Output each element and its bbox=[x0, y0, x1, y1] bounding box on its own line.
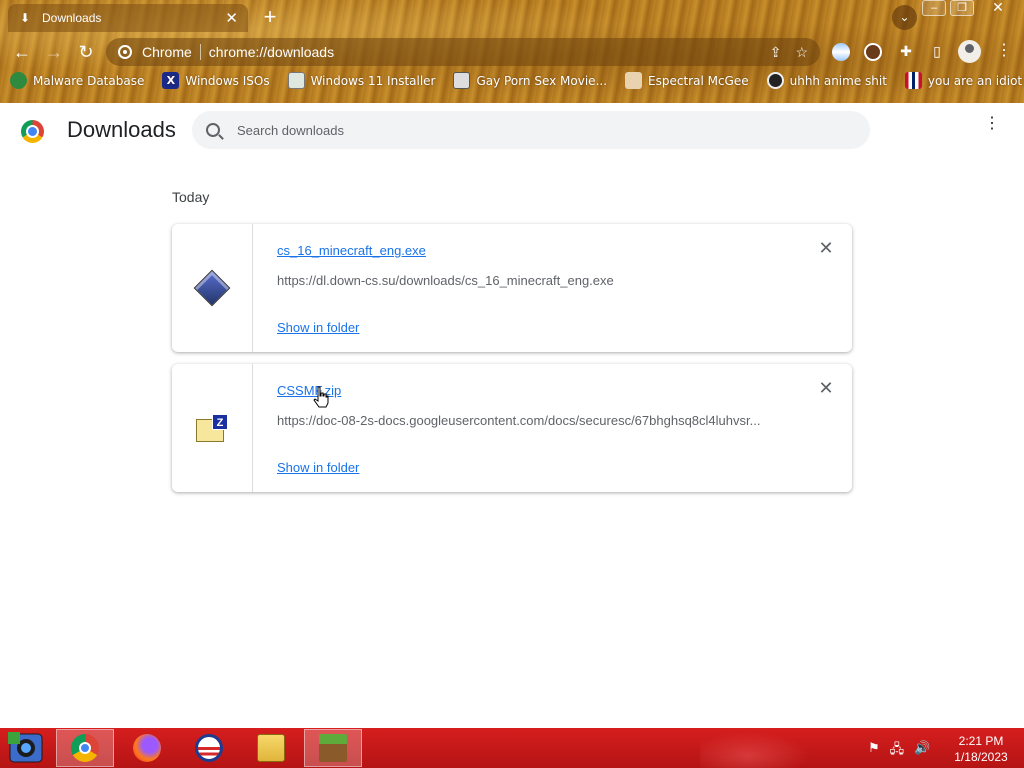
window-controls: – ❐ ✕ bbox=[922, 0, 1018, 16]
taskbar-chrome[interactable] bbox=[56, 729, 114, 767]
download-item: cs_16_minecraft_eng.exe https://dl.down-… bbox=[172, 224, 852, 352]
omnibox-site-label: Chrome bbox=[142, 44, 192, 60]
anime-icon bbox=[766, 72, 784, 89]
bookmark-label: you are an idiot! bbox=[927, 73, 1024, 88]
download-filename-link[interactable]: CSSMF.zip bbox=[277, 383, 341, 398]
malware-icon bbox=[10, 72, 27, 89]
x-logo-icon: X bbox=[162, 72, 180, 89]
browser-chrome: ⬇ Downloads ✕ + ⌄ – ❐ ✕ ← → ↻ Chrome chr… bbox=[0, 0, 1024, 103]
remove-download-icon[interactable]: ✕ bbox=[818, 379, 834, 397]
bookmark-item[interactable]: you are an idiot! bbox=[904, 72, 1024, 89]
tab-search-button[interactable]: ⌄ bbox=[892, 5, 917, 30]
restore-button[interactable]: ❐ bbox=[950, 0, 974, 16]
download-item: Z CSSMF.zip https://doc-08-2s-docs.googl… bbox=[172, 364, 852, 492]
side-panel-icon[interactable]: ▯ bbox=[926, 40, 948, 62]
date-section-label: Today bbox=[172, 189, 210, 205]
remove-download-icon[interactable]: ✕ bbox=[818, 239, 834, 257]
chrome-logo-icon bbox=[21, 120, 44, 143]
download-url: https://doc-08-2s-docs.googleusercontent… bbox=[277, 413, 761, 428]
bookmark-item[interactable]: Malware Database bbox=[10, 72, 144, 89]
search-input[interactable] bbox=[237, 122, 797, 138]
image-icon bbox=[287, 72, 305, 89]
forward-icon[interactable]: → bbox=[42, 40, 66, 64]
bookmark-label: Windows ISOs bbox=[185, 73, 270, 88]
exe-file-icon bbox=[193, 269, 231, 307]
page-title: Downloads bbox=[67, 117, 176, 142]
flag-icon bbox=[904, 72, 922, 89]
chrome-site-icon bbox=[118, 45, 132, 59]
extension-avatar-icon[interactable] bbox=[864, 43, 882, 61]
close-button[interactable]: ✕ bbox=[978, 0, 1018, 16]
back-icon[interactable]: ← bbox=[10, 40, 34, 64]
file-icon-column bbox=[172, 224, 253, 352]
tab-title: Downloads bbox=[42, 11, 102, 25]
tab-downloads[interactable]: ⬇ Downloads ✕ bbox=[8, 4, 248, 32]
avatar-icon bbox=[625, 72, 643, 89]
omnibox-url[interactable]: chrome://downloads bbox=[209, 44, 756, 60]
bookmark-label: uhhh anime shit bbox=[789, 73, 887, 88]
volume-icon[interactable]: 🔊 bbox=[914, 740, 930, 762]
download-icon: ⬇ bbox=[19, 11, 31, 25]
more-actions-icon[interactable]: ⋮ bbox=[984, 116, 1000, 132]
bookmarks-bar: Malware Database X Windows ISOs Windows … bbox=[10, 72, 1024, 89]
extension-flag-icon[interactable] bbox=[832, 43, 850, 61]
taskbar: ⚑ 🖧 🔊 2:21 PM 1/18/2023 bbox=[0, 728, 1024, 768]
bookmark-item[interactable]: X Windows ISOs bbox=[162, 72, 270, 89]
tab-close-icon[interactable]: ✕ bbox=[225, 9, 238, 27]
clock[interactable]: 2:21 PM 1/18/2023 bbox=[946, 733, 1016, 765]
bookmark-item[interactable]: Espectral McGee bbox=[625, 72, 749, 89]
taskbar-firefox[interactable] bbox=[118, 729, 176, 767]
profile-avatar-icon[interactable] bbox=[958, 40, 981, 63]
search-icon bbox=[206, 123, 220, 137]
zip-badge: Z bbox=[212, 414, 228, 430]
bookmark-star-icon[interactable]: ☆ bbox=[795, 44, 808, 61]
taskbar-minecraft[interactable] bbox=[304, 729, 362, 767]
clock-time: 2:21 PM bbox=[958, 734, 1004, 748]
chrome-icon bbox=[71, 734, 99, 762]
hand-cursor-icon bbox=[313, 386, 329, 408]
bookmark-label: Windows 11 Installer bbox=[310, 73, 436, 88]
avatar-icon bbox=[453, 72, 471, 89]
minimize-button[interactable]: – bbox=[922, 0, 946, 16]
bookmark-label: Gay Porn Sex Movie... bbox=[476, 73, 608, 88]
bookmark-item[interactable]: Gay Porn Sex Movie... bbox=[453, 72, 607, 89]
bookmark-item[interactable]: uhhh anime shit bbox=[766, 72, 887, 89]
reload-icon[interactable]: ↻ bbox=[74, 40, 98, 64]
share-icon[interactable]: ⇪ bbox=[770, 44, 782, 61]
system-tray: ⚑ 🖧 🔊 bbox=[868, 740, 930, 762]
new-tab-button[interactable]: + bbox=[258, 4, 282, 30]
show-in-folder-link[interactable]: Show in folder bbox=[277, 460, 359, 475]
bookmark-label: Malware Database bbox=[33, 73, 145, 88]
firefox-icon bbox=[133, 734, 161, 762]
taskbar-app[interactable] bbox=[180, 729, 238, 767]
clock-date: 1/18/2023 bbox=[954, 750, 1008, 764]
download-filename-link[interactable]: cs_16_minecraft_eng.exe bbox=[277, 243, 426, 258]
bookmark-item[interactable]: Windows 11 Installer bbox=[287, 72, 436, 89]
obama-logo-icon bbox=[195, 734, 223, 762]
extensions-puzzle-icon[interactable]: ✚ bbox=[895, 40, 917, 62]
download-url: https://dl.down-cs.su/downloads/cs_16_mi… bbox=[277, 273, 614, 288]
downloads-toolbar: Downloads ⋮ bbox=[0, 103, 1024, 159]
download-info: cs_16_minecraft_eng.exe https://dl.down-… bbox=[253, 224, 852, 352]
network-icon[interactable]: 🖧 bbox=[890, 740, 905, 762]
start-button-icon[interactable] bbox=[6, 730, 46, 766]
search-field[interactable] bbox=[192, 111, 870, 149]
bookmark-label: Espectral McGee bbox=[648, 73, 749, 88]
zip-file-icon: Z bbox=[196, 414, 228, 442]
action-center-flag-icon[interactable]: ⚑ bbox=[868, 740, 880, 762]
chrome-menu-icon[interactable]: ⋮ bbox=[996, 40, 1012, 60]
omnibox-separator bbox=[199, 44, 201, 60]
download-info: CSSMF.zip https://doc-08-2s-docs.googleu… bbox=[253, 364, 852, 492]
minecraft-icon bbox=[319, 734, 347, 762]
show-in-folder-link[interactable]: Show in folder bbox=[277, 320, 359, 335]
file-icon-column: Z bbox=[172, 364, 253, 492]
address-bar[interactable]: Chrome chrome://downloads ⇪ ☆ bbox=[106, 38, 820, 66]
taskbar-explorer[interactable] bbox=[242, 729, 300, 767]
folder-icon bbox=[257, 734, 285, 762]
